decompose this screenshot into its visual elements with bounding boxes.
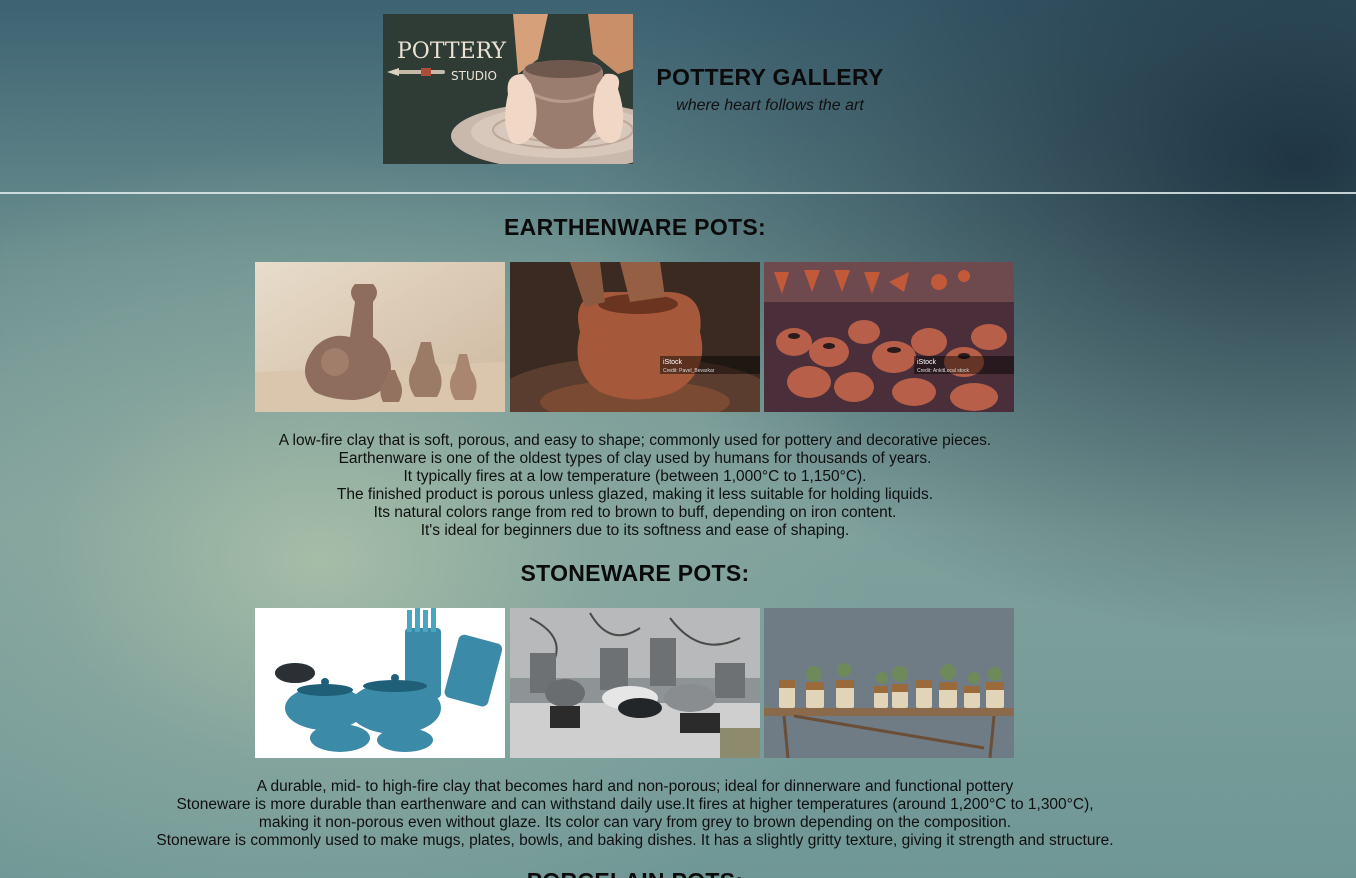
earthenware-description: A low-fire clay that is soft, porous, an…	[0, 432, 1270, 540]
section-title-earthenware: EARTHENWARE POTS:	[504, 214, 766, 240]
description-line: Earthenware is one of the oldest types o…	[338, 450, 932, 467]
earthenware-image-1[interactable]	[255, 262, 505, 412]
page-tagline: where heart follows the art	[676, 97, 864, 114]
section-title-stoneware: STONEWARE POTS:	[520, 560, 750, 586]
description-line: A durable, mid- to high-fire clay that b…	[256, 778, 1014, 795]
description-line: Stoneware is commonly used to make mugs,…	[156, 832, 1114, 849]
header-divider	[0, 192, 1356, 194]
istock-watermark: iStock	[917, 359, 937, 366]
istock-credit: Credit: Pavel_Bevarkar	[663, 368, 715, 374]
section-title-porcelain: PORCELAIN POTS:	[0, 868, 1270, 878]
stoneware-image-3[interactable]	[764, 608, 1014, 758]
earthenware-image-3[interactable]: iStock Credit: AnkitLocal stock	[764, 262, 1014, 412]
stoneware-image-2[interactable]	[510, 608, 760, 758]
description-line: making it non-porous even without glaze.…	[258, 814, 1012, 831]
description-line: It's ideal for beginners due to its soft…	[420, 522, 850, 539]
description-line: The finished product is porous unless gl…	[336, 486, 934, 503]
istock-credit: Credit: AnkitLocal stock	[917, 368, 969, 374]
description-line: It typically fires at a low temperature …	[403, 468, 867, 485]
pottery-studio-logo[interactable]: POTTERY STUDIO	[383, 14, 633, 164]
description-line: Its natural colors range from red to bro…	[373, 504, 897, 521]
brand-block: POTTERY GALLERY where heart follows the …	[640, 64, 900, 115]
description-line: Stoneware is more durable than earthenwa…	[176, 796, 1094, 813]
stoneware-gallery	[255, 608, 1015, 758]
earthenware-image-2[interactable]: iStock Credit: Pavel_Bevarkar	[510, 262, 760, 412]
stoneware-image-1[interactable]	[255, 608, 505, 758]
page-title: POTTERY GALLERY	[656, 64, 884, 90]
description-line: A low-fire clay that is soft, porous, an…	[278, 432, 992, 449]
earthenware-gallery: iStock Credit: Pavel_Bevarkar iStock Cre…	[255, 262, 1015, 412]
logo-word-pottery: POTTERY	[397, 39, 507, 64]
logo-word-studio: STUDIO	[451, 69, 497, 83]
stoneware-description: A durable, mid- to high-fire clay that b…	[0, 778, 1270, 850]
site-header: POTTERY STUDIO POTTERY GALLERY where hea…	[0, 0, 1356, 193]
istock-watermark: iStock	[663, 359, 683, 366]
